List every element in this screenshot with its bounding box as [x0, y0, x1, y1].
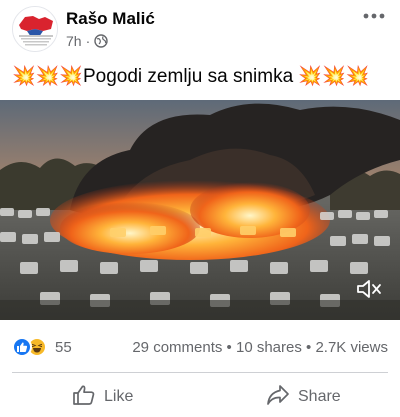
views-count: 2.7K views — [315, 339, 388, 356]
shares-count[interactable]: 10 shares — [236, 339, 302, 356]
like-label: Like — [104, 388, 134, 405]
like-button[interactable]: Like — [72, 378, 133, 416]
post-header: Rašo Malić 7h · — [0, 0, 400, 58]
comments-count[interactable]: 29 comments — [132, 339, 222, 356]
post-stats: 55 29 comments • 10 shares • 2.7K views — [0, 330, 400, 360]
share-label: Share — [298, 388, 341, 405]
engagement-counts: 29 comments • 10 shares • 2.7K views — [132, 339, 388, 356]
author-name[interactable]: Rašo Malić — [66, 9, 155, 29]
post-meta: 7h · — [66, 33, 108, 49]
reactions-summary[interactable]: 55 — [12, 337, 72, 357]
caption-text: Pogodi zemlju sa snimka — [82, 66, 299, 87]
reaction-count: 55 — [55, 338, 72, 356]
volume-muted-icon[interactable] — [356, 278, 382, 300]
like-reaction-icon — [12, 337, 32, 357]
post-actions: Like Share — [0, 378, 400, 416]
avatar[interactable] — [12, 6, 58, 52]
post-caption: 💥💥💥Pogodi zemlju sa snimka 💥💥💥 — [12, 64, 392, 90]
stats-separator-2: • — [301, 339, 316, 356]
more-options-icon[interactable] — [360, 4, 388, 28]
caption-emoji-prefix: 💥💥💥 — [12, 66, 83, 87]
caption-emoji-suffix: 💥💥💥 — [298, 66, 370, 87]
share-button[interactable]: Share — [266, 378, 341, 416]
video-frame — [0, 100, 400, 320]
post-time[interactable]: 7h — [66, 33, 82, 49]
share-arrow-icon — [266, 384, 290, 411]
meta-separator: · — [85, 33, 91, 49]
actions-divider — [12, 372, 388, 373]
globe-icon — [94, 34, 108, 48]
stats-separator: • — [222, 339, 236, 356]
thumbs-up-icon — [72, 384, 96, 411]
video-player[interactable] — [0, 100, 400, 320]
